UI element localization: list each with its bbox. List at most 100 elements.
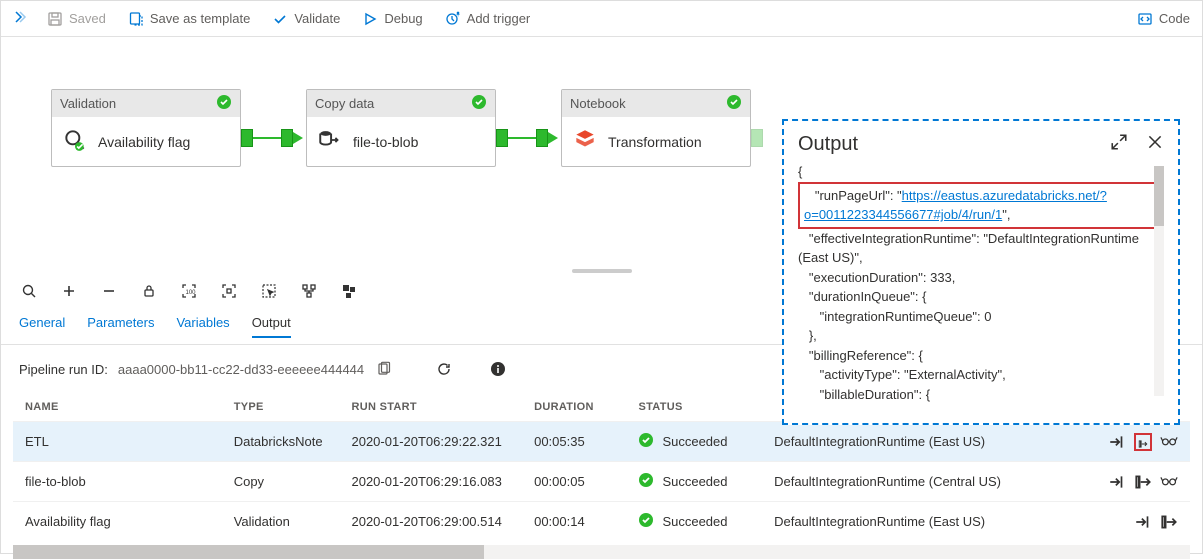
refresh-icon[interactable]: [434, 359, 454, 379]
output-action-icon[interactable]: [1134, 473, 1152, 491]
activity-validation[interactable]: Validation Availability flag: [51, 89, 241, 167]
col-status[interactable]: STATUS: [626, 393, 762, 422]
cell-runstart: 2020-01-20T06:29:00.514: [339, 502, 522, 542]
code-icon: [1137, 11, 1153, 27]
col-name[interactable]: NAME: [13, 393, 222, 422]
select-icon[interactable]: [259, 281, 279, 301]
cell-name: Availability flag: [13, 502, 222, 542]
run-id-label: Pipeline run ID:: [19, 362, 108, 377]
run-id-value: aaaa0000-bb11-cc22-dd33-eeeeee444444: [118, 362, 364, 377]
cell-type: Validation: [222, 502, 340, 542]
validate-button[interactable]: Validate: [268, 9, 344, 29]
table-row[interactable]: Availability flagValidation2020-01-20T06…: [13, 502, 1190, 542]
tab-output[interactable]: Output: [252, 315, 291, 338]
cell-status: Succeeded: [662, 434, 727, 449]
output-action-icon[interactable]: [1134, 433, 1152, 451]
cell-duration: 00:00:05: [522, 462, 626, 502]
expand-panel-icon[interactable]: [9, 7, 29, 30]
input-action-icon[interactable]: [1108, 433, 1126, 451]
zoom-fit-icon[interactable]: 100: [179, 281, 199, 301]
connector-out: [751, 129, 763, 147]
activity-name: file-to-blob: [353, 134, 418, 150]
expand-icon[interactable]: [1110, 133, 1128, 156]
close-icon[interactable]: [1146, 133, 1164, 156]
cell-duration: 00:05:35: [522, 422, 626, 462]
success-icon: [471, 94, 487, 113]
table-row[interactable]: ETLDatabricksNote2020-01-20T06:29:22.321…: [13, 422, 1190, 462]
connector: [241, 129, 303, 147]
connector: [496, 129, 558, 147]
success-icon: [638, 512, 654, 531]
databricks-icon: [572, 127, 598, 156]
cell-type: DatabricksNote: [222, 422, 340, 462]
code-label: Code: [1159, 11, 1190, 26]
saved-label: Saved: [69, 11, 106, 26]
cell-runstart: 2020-01-20T06:29:22.321: [339, 422, 522, 462]
input-action-icon[interactable]: [1134, 513, 1152, 531]
success-icon: [726, 94, 742, 113]
col-duration[interactable]: DURATION: [522, 393, 626, 422]
debug-label: Debug: [384, 11, 422, 26]
search-icon[interactable]: [19, 281, 39, 301]
toolbar: Saved Save as template Validate Debug + …: [1, 1, 1202, 37]
cell-type: Copy: [222, 462, 340, 502]
check-icon: [272, 11, 288, 27]
play-icon: [362, 11, 378, 27]
input-action-icon[interactable]: [1108, 473, 1126, 491]
activity-copy[interactable]: Copy data file-to-blob: [306, 89, 496, 167]
add-icon[interactable]: [59, 281, 79, 301]
col-runstart[interactable]: RUN START: [339, 393, 522, 422]
vertical-scrollbar[interactable]: [1154, 166, 1164, 396]
info-icon[interactable]: [488, 359, 508, 379]
cell-runstart: 2020-01-20T06:29:16.083: [339, 462, 522, 502]
svg-text:+: +: [456, 12, 460, 19]
activity-type-label: Notebook: [570, 96, 626, 111]
view-details-icon[interactable]: [1160, 473, 1178, 491]
col-type[interactable]: TYPE: [222, 393, 340, 422]
cell-status: Succeeded: [662, 474, 727, 489]
cell-name: file-to-blob: [13, 462, 222, 502]
save-icon: [47, 11, 63, 27]
activity-name: Transformation: [608, 134, 702, 150]
add-trigger-button[interactable]: + Add trigger: [441, 9, 535, 29]
saved-button[interactable]: Saved: [43, 9, 110, 29]
tab-variables[interactable]: Variables: [176, 315, 229, 338]
align-icon[interactable]: [339, 281, 359, 301]
lock-icon[interactable]: [139, 281, 159, 301]
table-row[interactable]: file-to-blobCopy2020-01-20T06:29:16.0830…: [13, 462, 1190, 502]
output-json-panel: Output { "runPageUrl": "https://eastus.a…: [782, 119, 1180, 425]
cell-runtime: DefaultIntegrationRuntime (East US): [762, 422, 1075, 462]
view-details-icon[interactable]: [1160, 433, 1178, 451]
debug-button[interactable]: Debug: [358, 9, 426, 29]
success-icon: [638, 432, 654, 451]
activity-type-label: Validation: [60, 96, 116, 111]
magnifier-check-icon: [62, 127, 88, 156]
activity-notebook[interactable]: Notebook Transformation: [561, 89, 751, 167]
trigger-icon: +: [445, 11, 461, 27]
code-button[interactable]: Code: [1133, 9, 1194, 29]
fullscreen-icon[interactable]: [219, 281, 239, 301]
add-trigger-label: Add trigger: [467, 11, 531, 26]
output-action-icon[interactable]: [1160, 513, 1178, 531]
cell-runtime: DefaultIntegrationRuntime (East US): [762, 502, 1075, 542]
tab-general[interactable]: General: [19, 315, 65, 338]
success-icon: [638, 472, 654, 491]
cell-runtime: DefaultIntegrationRuntime (Central US): [762, 462, 1075, 502]
svg-text:100: 100: [186, 290, 197, 296]
activity-type-label: Copy data: [315, 96, 374, 111]
layout-icon[interactable]: [299, 281, 319, 301]
copy-data-icon: [317, 127, 343, 156]
save-as-template-button[interactable]: Save as template: [124, 9, 254, 29]
cell-duration: 00:00:14: [522, 502, 626, 542]
remove-icon[interactable]: [99, 281, 119, 301]
output-panel-title: Output: [798, 133, 858, 156]
success-icon: [216, 94, 232, 113]
output-json-body[interactable]: { "runPageUrl": "https://eastus.azuredat…: [798, 162, 1164, 402]
save-as-template-label: Save as template: [150, 11, 250, 26]
validate-label: Validate: [294, 11, 340, 26]
cell-name: ETL: [13, 422, 222, 462]
horizontal-scrollbar[interactable]: [13, 545, 1190, 559]
activity-name: Availability flag: [98, 134, 190, 150]
tab-parameters[interactable]: Parameters: [87, 315, 154, 338]
copy-icon[interactable]: [374, 359, 394, 379]
